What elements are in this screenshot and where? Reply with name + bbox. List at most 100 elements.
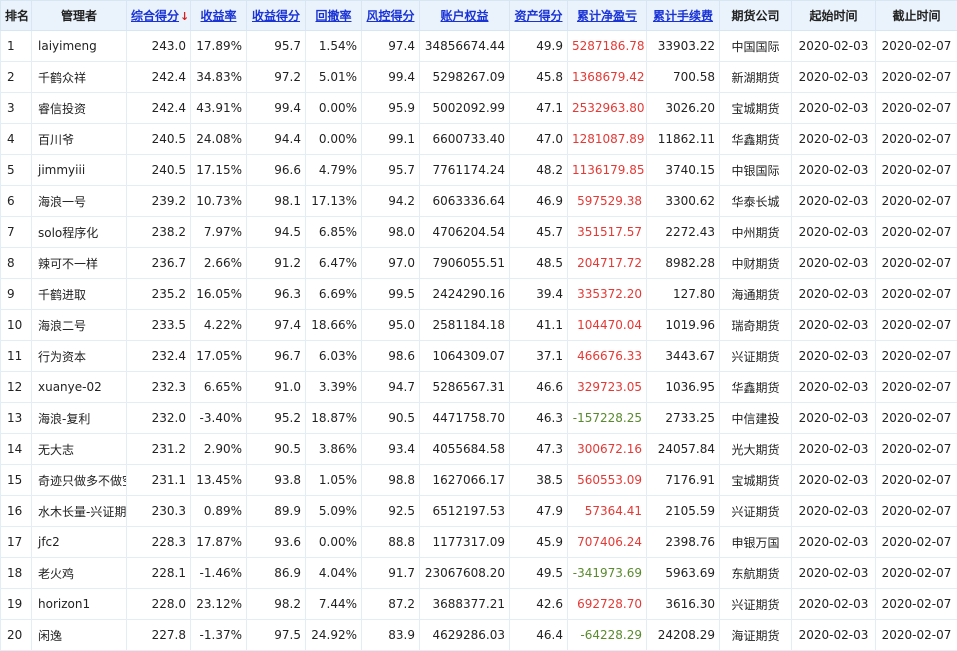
sort-fee-link[interactable]: 累计手续费 [653, 9, 713, 23]
sort-return-score-link[interactable]: 收益得分 [252, 9, 300, 23]
cell-broker: 中财期货 [719, 247, 792, 279]
cell-fee: 24057.84 [646, 433, 720, 465]
cell-net-pl: 1281087.89 [567, 123, 647, 155]
header-manager: 管理者 [31, 0, 127, 31]
cell-manager: 辣可不一样 [31, 247, 127, 279]
cell-asset-score: 47.3 [509, 433, 568, 465]
cell-rank: 18 [0, 557, 32, 589]
cell-score: 242.4 [126, 92, 191, 124]
header-broker: 期货公司 [719, 0, 792, 31]
cell-return-rate: 13.45% [190, 464, 247, 496]
cell-return-rate: 4.22% [190, 309, 247, 341]
cell-equity: 34856674.44 [419, 30, 510, 62]
sort-equity-link[interactable]: 账户权益 [440, 9, 488, 23]
cell-equity: 6063336.64 [419, 185, 510, 217]
cell-start: 2020-02-03 [791, 61, 876, 93]
cell-return-rate: 7.97% [190, 216, 247, 248]
cell-return-rate: 23.12% [190, 588, 247, 620]
cell-risk-score: 97.0 [361, 247, 420, 279]
sort-score-link[interactable]: 综合得分 [131, 9, 179, 23]
cell-equity: 4629286.03 [419, 619, 510, 651]
cell-fee: 24208.29 [646, 619, 720, 651]
cell-broker: 华鑫期货 [719, 123, 792, 155]
header-net-pl[interactable]: 累计净盈亏 [567, 0, 647, 31]
header-risk-score[interactable]: 风控得分 [361, 0, 420, 31]
cell-start: 2020-02-03 [791, 30, 876, 62]
cell-broker: 中国国际 [719, 30, 792, 62]
table-row: 9 千鹤进取 235.2 16.05% 96.3 6.69% 99.5 2424290.16 3… [0, 278, 957, 310]
cell-score: 242.4 [126, 61, 191, 93]
header-equity[interactable]: 账户权益 [419, 0, 510, 31]
header-drawdown[interactable]: 回撤率 [305, 0, 362, 31]
cell-return-score: 86.9 [246, 557, 306, 589]
cell-end: 2020-02-07 [875, 588, 957, 620]
table-row: 2 千鹤众祥 242.4 34.83% 97.2 5.01% 99.4 5298267.09 4… [0, 61, 957, 93]
header-return-score[interactable]: 收益得分 [246, 0, 306, 31]
cell-drawdown: 0.00% [305, 92, 362, 124]
cell-fee: 3443.67 [646, 340, 720, 372]
sort-asset-score-link[interactable]: 资产得分 [514, 9, 562, 23]
sort-drawdown-link[interactable]: 回撤率 [315, 9, 351, 23]
header-score[interactable]: 综合得分↓ [126, 0, 191, 31]
cell-return-score: 98.1 [246, 185, 306, 217]
sort-risk-score-link[interactable]: 风控得分 [366, 9, 414, 23]
cell-drawdown: 0.00% [305, 123, 362, 155]
cell-risk-score: 94.7 [361, 371, 420, 403]
cell-equity: 6600733.40 [419, 123, 510, 155]
cell-rank: 8 [0, 247, 32, 279]
cell-score: 231.2 [126, 433, 191, 465]
sort-down-arrow-icon[interactable]: ↓ [180, 10, 189, 23]
cell-end: 2020-02-07 [875, 619, 957, 651]
table-row: 20 闲逸 227.8 -1.37% 97.5 24.92% 83.9 4629286.03 4… [0, 619, 957, 651]
cell-asset-score: 45.7 [509, 216, 568, 248]
cell-score: 228.3 [126, 526, 191, 558]
table-row: 13 海浪-复利 232.0 -3.40% 95.2 18.87% 90.5 4471758.… [0, 402, 957, 434]
cell-net-pl: 329723.05 [567, 371, 647, 403]
cell-manager: 千鹤众祥 [31, 61, 127, 93]
cell-risk-score: 99.5 [361, 278, 420, 310]
cell-fee: 700.58 [646, 61, 720, 93]
sort-return-rate-link[interactable]: 收益率 [200, 9, 236, 23]
cell-start: 2020-02-03 [791, 92, 876, 124]
sort-net-pl-link[interactable]: 累计净盈亏 [577, 9, 637, 23]
cell-fee: 2105.59 [646, 495, 720, 527]
cell-asset-score: 46.3 [509, 402, 568, 434]
cell-net-pl: 466676.33 [567, 340, 647, 372]
cell-asset-score: 42.6 [509, 588, 568, 620]
cell-asset-score: 39.4 [509, 278, 568, 310]
cell-equity: 6512197.53 [419, 495, 510, 527]
cell-return-rate: 0.89% [190, 495, 247, 527]
cell-return-rate: 17.15% [190, 154, 247, 186]
header-fee[interactable]: 累计手续费 [646, 0, 720, 31]
cell-net-pl: 335372.20 [567, 278, 647, 310]
cell-rank: 16 [0, 495, 32, 527]
cell-manager: 闲逸 [31, 619, 127, 651]
cell-return-rate: 2.90% [190, 433, 247, 465]
cell-asset-score: 46.6 [509, 371, 568, 403]
cell-end: 2020-02-07 [875, 402, 957, 434]
cell-equity: 7906055.51 [419, 247, 510, 279]
cell-score: 235.2 [126, 278, 191, 310]
cell-broker: 宝城期货 [719, 92, 792, 124]
cell-drawdown: 4.04% [305, 557, 362, 589]
cell-asset-score: 47.9 [509, 495, 568, 527]
cell-fee: 2398.76 [646, 526, 720, 558]
table-row: 12 xuanye-02 232.3 6.65% 91.0 3.39% 94.7 528656… [0, 371, 957, 403]
cell-risk-score: 87.2 [361, 588, 420, 620]
cell-end: 2020-02-07 [875, 185, 957, 217]
cell-fee: 3026.20 [646, 92, 720, 124]
cell-net-pl: 5287186.78 [567, 30, 647, 62]
table-row: 8 辣可不一样 236.7 2.66% 91.2 6.47% 97.0 7906055.51 4… [0, 247, 957, 279]
cell-end: 2020-02-07 [875, 464, 957, 496]
cell-asset-score: 48.5 [509, 247, 568, 279]
cell-fee: 3740.15 [646, 154, 720, 186]
cell-broker: 华泰长城 [719, 185, 792, 217]
header-asset-score[interactable]: 资产得分 [509, 0, 568, 31]
table-row: 15 奇迹只做多不做空 231.1 13.45% 93.8 1.05% 98.8 162706… [0, 464, 957, 496]
cell-start: 2020-02-03 [791, 495, 876, 527]
cell-risk-score: 98.0 [361, 216, 420, 248]
cell-manager: 无大志 [31, 433, 127, 465]
cell-broker: 新湖期货 [719, 61, 792, 93]
header-return-rate[interactable]: 收益率 [190, 0, 247, 31]
cell-net-pl: 597529.38 [567, 185, 647, 217]
